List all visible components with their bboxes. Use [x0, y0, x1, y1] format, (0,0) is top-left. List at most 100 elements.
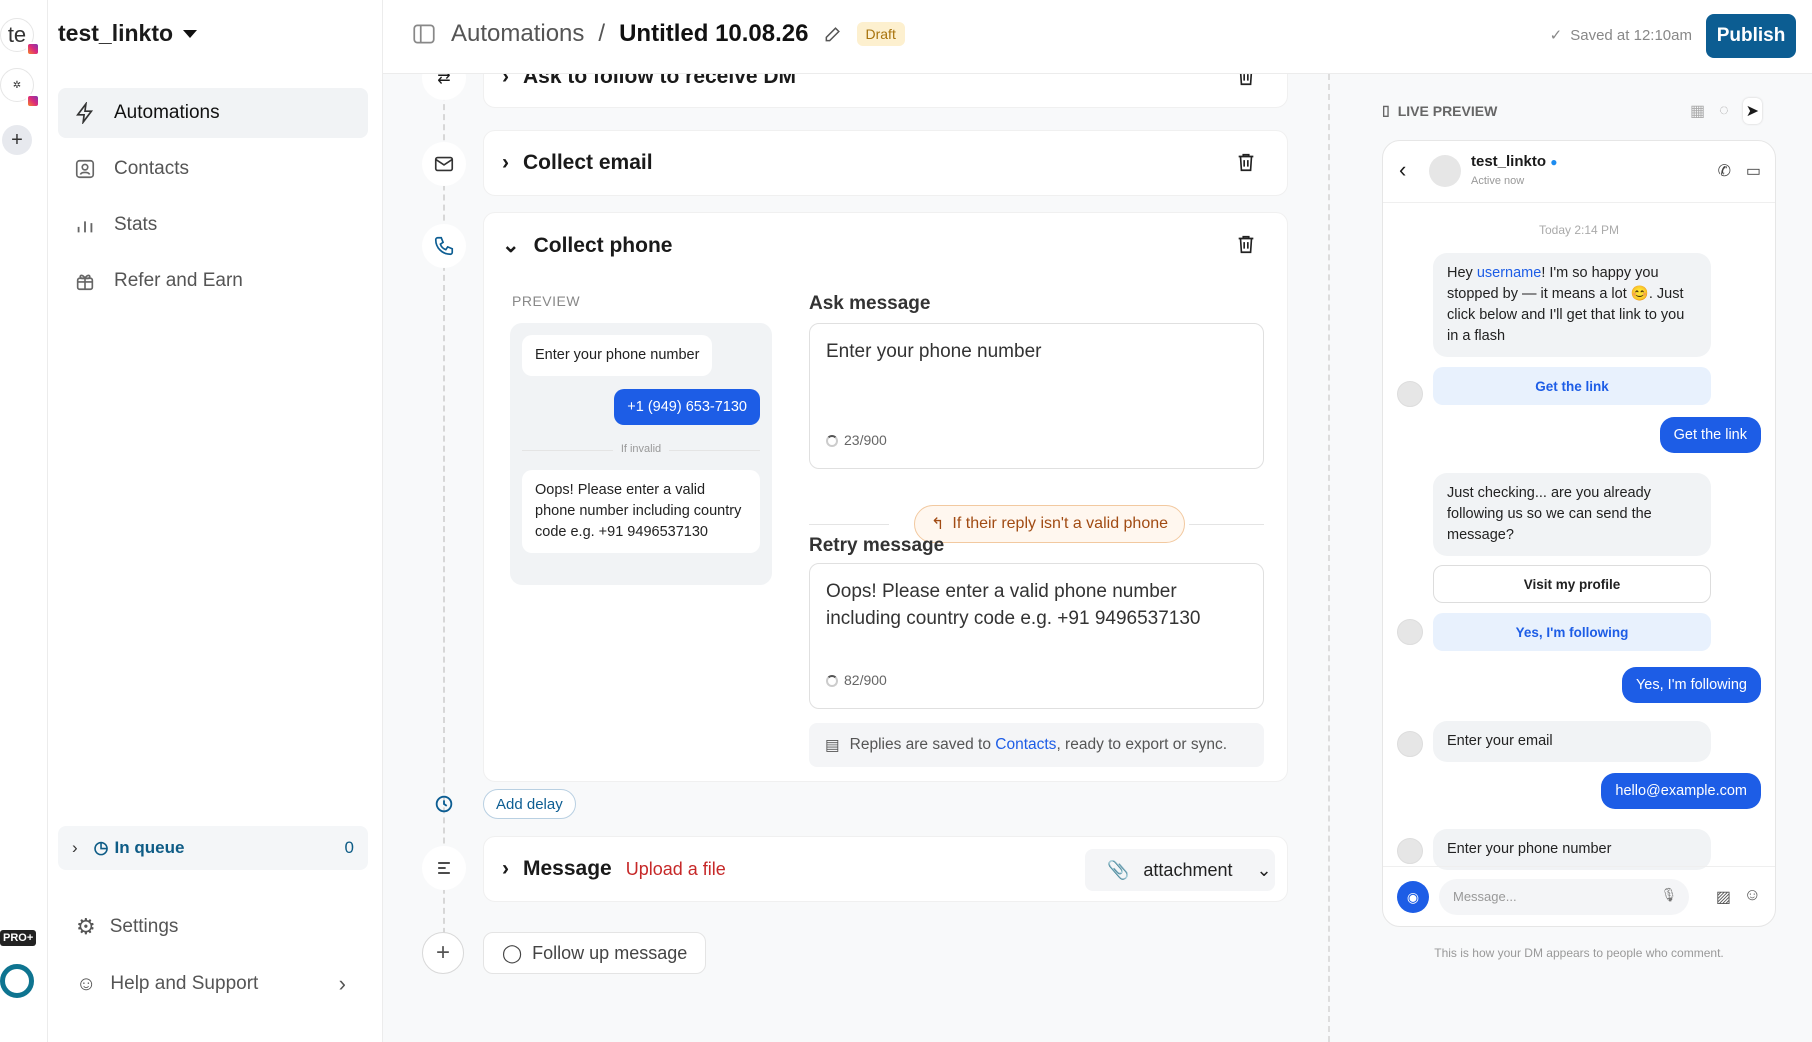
quick-reply-button[interactable]: Yes, I'm following [1433, 613, 1711, 651]
chevron-right-icon: › [502, 857, 509, 880]
brand-logo [0, 964, 34, 998]
add-step-button[interactable]: + [422, 932, 464, 974]
live-preview-panel: ▯ LIVE PREVIEW ▦ ◌ ➤ ‹ test_linkto ● Acti… [1328, 74, 1812, 1042]
bot-message: Enter your phone number [1433, 829, 1711, 870]
verified-icon: ● [1550, 155, 1558, 169]
user-message: hello@example.com [1601, 773, 1761, 809]
branch-arrow-icon: ↰ [931, 516, 945, 533]
collect-phone-header[interactable]: ⌄ Collect phone [502, 233, 672, 258]
quick-reply-button[interactable]: Get the link [1433, 367, 1711, 405]
visit-profile-button[interactable]: Visit my profile [1433, 565, 1711, 603]
dm-device-mock: ‹ test_linkto ● Active now ✆ ▭ Today 2:1… [1382, 140, 1776, 927]
avatar [1397, 838, 1423, 864]
help-support-link[interactable]: ☺ Help and Support › [76, 971, 346, 997]
ask-message-title: Ask message [809, 293, 931, 314]
account-rail: te ✲ + PRO+ [0, 0, 48, 1042]
chat-bubble-icon: ◯ [502, 942, 523, 963]
in-queue-panel[interactable]: › ◷ In queue 0 [58, 826, 368, 870]
saved-status: ✓ Saved at 12:10am [1549, 26, 1692, 45]
sticker-icon[interactable]: ☺ [1744, 885, 1761, 905]
clock-icon: ◷ [93, 838, 109, 857]
step-ask-follow[interactable]: › Ask to follow to receive DM [483, 74, 1288, 108]
lightning-icon [76, 102, 94, 124]
add-delay-button[interactable]: Add delay [483, 789, 576, 819]
breadcrumb: Automations / Untitled 10.08.26 Draft [411, 20, 905, 48]
user-message: Get the link [1659, 417, 1761, 453]
pro-badge: PRO+ [0, 930, 37, 946]
phone-preview: Enter your phone number +1 (949) 653-713… [510, 323, 772, 585]
check-icon: ✓ [1549, 27, 1563, 44]
char-progress-icon [826, 434, 838, 447]
contacts-link[interactable]: Contacts [995, 736, 1056, 753]
step-collect-phone: ⌄ Collect phone PREVIEW Enter your phone … [483, 212, 1288, 782]
chevron-right-icon: › [502, 74, 509, 88]
preview-label: PREVIEW [512, 293, 581, 309]
call-icon[interactable]: ✆ [1718, 161, 1731, 181]
dm-view-icon[interactable]: ➤ [1742, 98, 1762, 124]
video-icon[interactable]: ▭ [1746, 161, 1761, 181]
image-icon[interactable]: ▨ [1716, 887, 1731, 907]
follow-up-message-button[interactable]: ◯ Follow up message [483, 932, 707, 974]
page-title: Untitled 10.08.26 [619, 20, 809, 47]
step-message[interactable]: › Message Upload a file 📎 attachment ⌄ [483, 836, 1288, 902]
avatar [1429, 155, 1461, 187]
upload-file-warning[interactable]: Upload a file [626, 859, 726, 880]
invalid-reply-branch: ↰ If their reply isn't a valid phone [914, 505, 1186, 543]
chevron-down-icon: ⌄ [502, 234, 520, 257]
preview-divider: If invalid [612, 443, 670, 455]
breadcrumb-automations[interactable]: Automations [451, 20, 584, 48]
bot-message: Just checking... are you already followi… [1433, 473, 1711, 556]
char-progress-icon [826, 674, 838, 687]
retry-message-field[interactable]: Oops! Please enter a valid phone number … [809, 563, 1264, 709]
sidebar-item-stats[interactable]: Stats [58, 200, 368, 250]
user-message: Yes, I'm following [1621, 667, 1761, 703]
dm-header: ‹ test_linkto ● Active now ✆ ▭ [1383, 141, 1775, 203]
clock-icon [424, 784, 464, 824]
status-badge: Draft [856, 22, 905, 46]
phone-step-icon [422, 224, 466, 268]
grid-view-icon[interactable]: ▦ [1690, 101, 1705, 121]
gear-icon: ⚙ [76, 914, 96, 939]
chevron-right-icon: › [338, 971, 346, 996]
preview-prompt-bubble: Enter your phone number [522, 335, 713, 376]
avatar [1397, 619, 1423, 645]
instagram-icon [26, 94, 40, 108]
settings-link[interactable]: ⚙ Settings [76, 914, 178, 940]
message-type-select[interactable]: 📎 attachment ⌄ [1085, 849, 1275, 891]
retry-message-title: Retry message [809, 535, 945, 556]
sidebar-item-contacts[interactable]: Contacts [58, 144, 368, 194]
trash-icon[interactable] [1235, 151, 1257, 173]
trash-icon[interactable] [1235, 74, 1257, 87]
back-icon[interactable]: ‹ [1399, 157, 1406, 183]
microphone-icon[interactable]: 🎙 [1660, 887, 1677, 903]
add-account-button[interactable]: + [2, 125, 32, 155]
contacts-icon [75, 159, 95, 179]
paperclip-icon: 📎 [1107, 859, 1130, 880]
gift-icon [76, 274, 94, 291]
queue-count: 0 [344, 838, 354, 857]
publish-button[interactable]: Publish [1706, 14, 1796, 58]
avatar [1397, 731, 1423, 757]
chat-timestamp: Today 2:14 PM [1538, 223, 1620, 237]
preview-caption: This is how your DM appears to people wh… [1434, 946, 1724, 960]
preview-reply-bubble: +1 (949) 653-7130 [614, 389, 760, 425]
account-switcher[interactable]: test_linkto [58, 20, 198, 47]
comment-view-icon[interactable]: ◌ [1719, 102, 1729, 120]
sidebar-item-refer-and-earn[interactable]: Refer and Earn [58, 256, 368, 306]
chevron-down-icon [183, 29, 198, 38]
sidebar-toggle-icon[interactable] [411, 21, 437, 47]
edit-pencil-icon[interactable] [823, 24, 843, 44]
message-input[interactable]: Message... 🎙 [1439, 879, 1689, 915]
ask-message-field[interactable]: Enter your phone number 23/900 [809, 323, 1264, 469]
topbar: Automations / Untitled 10.08.26 Draft ✓ … [383, 0, 1812, 74]
sidebar-item-automations[interactable]: Automations [58, 88, 368, 138]
contacts-note: ▤ Replies are saved to Contacts, ready t… [809, 723, 1264, 767]
dm-composer: ◉ Message... 🎙 ▨ ☺ [1383, 866, 1775, 926]
step-collect-email[interactable]: › Collect email [483, 130, 1288, 196]
camera-icon[interactable]: ◉ [1397, 881, 1429, 913]
follow-step-icon: ⇄ [422, 74, 466, 100]
preview-retry-bubble: Oops! Please enter a valid phone number … [522, 470, 760, 553]
trash-icon[interactable] [1235, 233, 1257, 255]
bar-chart-icon [77, 221, 93, 233]
phone-icon: ▯ [1382, 102, 1390, 118]
